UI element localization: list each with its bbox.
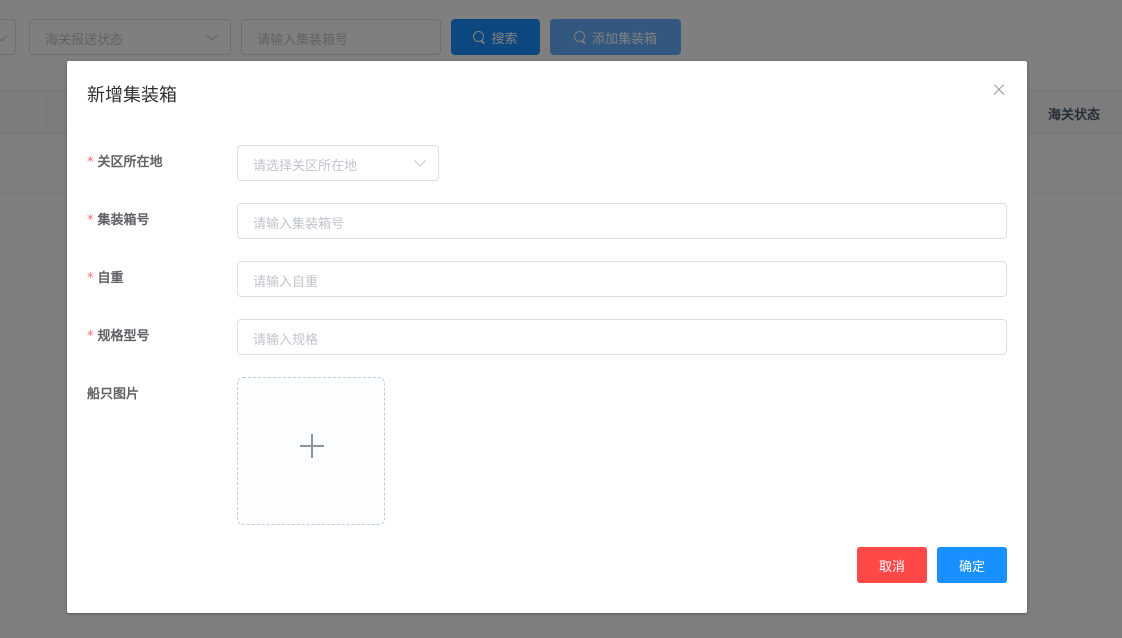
image-upload[interactable]: [237, 377, 385, 525]
tare-weight-label-text: 自重: [97, 271, 124, 286]
form-item-ship-image: 船只图片: [87, 377, 1007, 525]
required-mark: *: [87, 213, 94, 228]
location-label-text: 关区所在地: [97, 155, 163, 170]
tare-weight-label: * 自重: [87, 261, 124, 297]
close-icon[interactable]: [991, 82, 1007, 98]
form-item-spec: * 规格型号 请输入规格: [87, 319, 1007, 355]
required-mark: *: [87, 271, 94, 286]
add-container-dialog: 新增集装箱 * 关区所在地 请选择关区所在地 * 集装箱号 请输入集装箱号 * 自重 …: [67, 61, 1027, 613]
spec-input[interactable]: 请输入规格: [237, 319, 1007, 355]
required-mark: *: [87, 329, 94, 344]
dialog-title: 新增集装箱: [87, 85, 177, 106]
location-label: * 关区所在地: [87, 145, 163, 181]
cancel-button[interactable]: 取消: [857, 547, 927, 583]
plus-icon: [300, 434, 324, 458]
chevron-down-icon: [414, 155, 426, 167]
confirm-button[interactable]: 确定: [937, 547, 1007, 583]
container-no-label: * 集装箱号: [87, 203, 150, 239]
form-item-tare-weight: * 自重 请输入自重: [87, 261, 1007, 297]
container-no-placeholder: 请输入集装箱号: [253, 217, 345, 232]
form-item-container-no: * 集装箱号 请输入集装箱号: [87, 203, 1007, 239]
location-placeholder: 请选择关区所在地: [253, 159, 358, 174]
required-mark: *: [87, 155, 94, 170]
spec-label-text: 规格型号: [97, 329, 150, 344]
form-item-location: * 关区所在地 请选择关区所在地: [87, 145, 1007, 181]
spec-placeholder: 请输入规格: [253, 333, 319, 348]
tare-weight-input[interactable]: 请输入自重: [237, 261, 1007, 297]
spec-label: * 规格型号: [87, 319, 150, 355]
ship-image-label: 船只图片: [87, 387, 140, 402]
container-no-label-text: 集装箱号: [97, 213, 150, 228]
tare-weight-placeholder: 请输入自重: [253, 275, 319, 290]
location-select[interactable]: 请选择关区所在地: [237, 145, 439, 181]
container-no-input[interactable]: 请输入集装箱号: [237, 203, 1007, 239]
